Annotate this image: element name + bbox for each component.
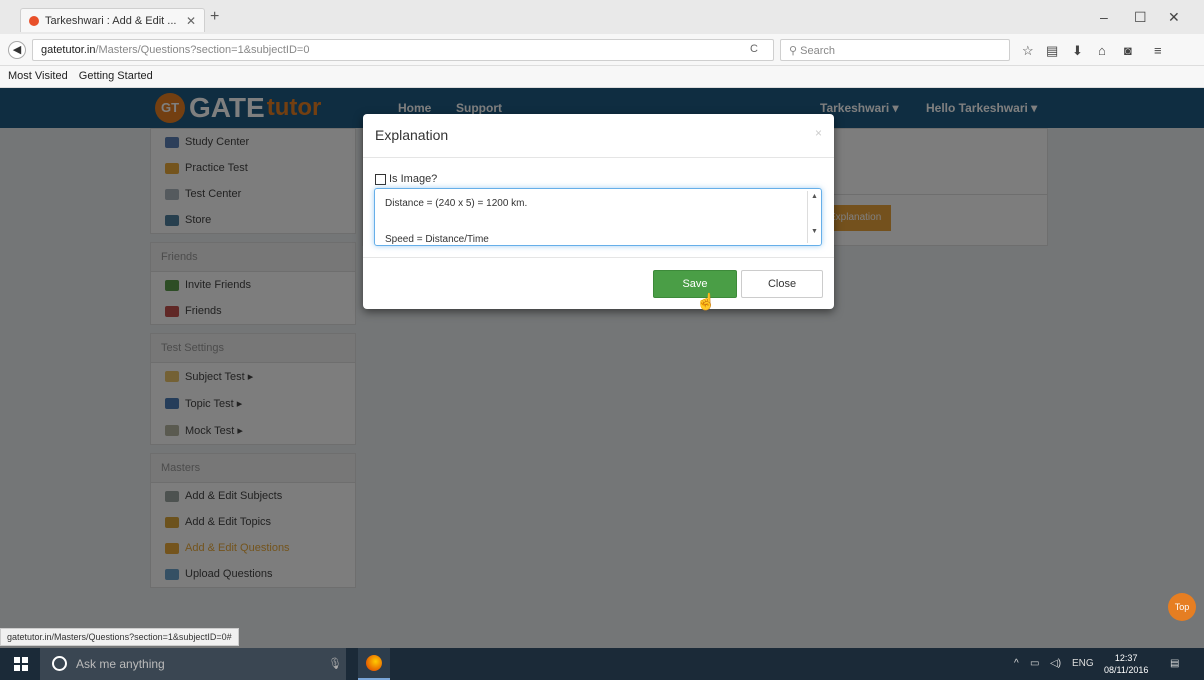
modal-footer: Save Close [363,258,834,309]
search-icon: ⚲ [789,45,798,57]
system-clock[interactable]: 12:37 08/11/2016 [1104,652,1148,676]
url-domain: gatetutor.in [41,44,96,56]
textarea-scrollbar[interactable]: ▲ ▼ [807,191,819,243]
microphone-icon[interactable]: 🎙 [328,657,342,670]
maximize-icon[interactable]: ☐ [1134,9,1147,26]
cortana-search-box[interactable]: Ask me anything [40,648,346,680]
language-indicator[interactable]: ENG [1072,658,1094,669]
new-tab-icon[interactable]: + [210,8,219,26]
modal-close-icon[interactable]: × [815,126,822,140]
reading-list-icon[interactable]: ▤ [1046,43,1058,59]
notifications-icon[interactable]: ▤ [1170,658,1179,669]
browser-nav-bar: ◀ gatetutor.in/Masters/Questions?section… [0,34,1204,66]
browser-search-input[interactable]: ⚲ Search [780,39,1010,61]
explanation-textarea[interactable]: Distance = (240 x 5) = 1200 km. Speed = … [374,188,822,246]
modal-body: Is Image? Distance = (240 x 5) = 1200 km… [363,158,834,258]
browser-status-bar: gatetutor.in/Masters/Questions?section=1… [0,628,239,646]
hand-cursor-icon: ☝ [696,294,716,311]
is-image-label: Is Image? [389,173,438,185]
bookmarks-bar: Most Visited Getting Started [0,66,1204,88]
save-button[interactable]: Save [653,270,737,298]
firefox-taskbar-button[interactable] [358,648,390,680]
windows-taskbar: Ask me anything 🎙 ^ ▭ ◁) ENG 12:37 08/11… [0,648,1204,680]
download-icon[interactable]: ⬇ [1072,43,1083,59]
network-icon[interactable]: ▭ [1030,658,1039,669]
modal-title: Explanation [375,127,449,143]
scroll-down-icon[interactable]: ▼ [811,228,818,235]
browser-tab-bar: Tarkeshwari : Add & Edit ... ✕ + – ☐ ✕ [0,0,1204,34]
firefox-icon [366,655,382,671]
explanation-modal: Explanation × Is Image? Distance = (240 … [363,114,834,309]
scroll-up-icon[interactable]: ▲ [811,193,818,200]
clock-time: 12:37 [1114,653,1138,663]
textarea-line: Distance = (240 x 5) = 1200 km. [385,198,528,209]
minimize-icon[interactable]: – [1100,9,1108,25]
modal-header: Explanation × [363,114,834,158]
close-button[interactable]: Close [741,270,823,298]
url-path: /Masters/Questions?section=1&subjectID=0 [95,44,310,56]
bookmark-getting-started[interactable]: Getting Started [79,70,153,82]
site-favicon-icon [29,15,39,26]
textarea-line: Speed = Distance/Time [385,234,489,245]
clock-date: 08/11/2016 [1104,665,1149,675]
browser-search-placeholder: Search [800,45,835,57]
volume-icon[interactable]: ◁) [1050,658,1061,669]
home-icon[interactable]: ⌂ [1098,43,1106,58]
back-icon[interactable]: ◀ [8,41,26,59]
windows-start-icon[interactable] [14,657,28,671]
cortana-placeholder: Ask me anything [76,657,165,671]
bookmark-most-visited[interactable]: Most Visited [8,70,68,82]
textarea-line [385,213,801,231]
menu-icon[interactable]: ≡ [1154,43,1162,58]
close-tab-icon[interactable]: ✕ [186,14,196,28]
is-image-row[interactable]: Is Image? [375,173,437,185]
tab-title: Tarkeshwari : Add & Edit ... [45,14,177,27]
is-image-checkbox[interactable] [375,173,386,185]
close-window-icon[interactable]: ✕ [1168,9,1180,26]
address-bar[interactable]: gatetutor.in/Masters/Questions?section=1… [32,39,774,61]
bookmark-star-icon[interactable]: ☆ [1022,43,1034,59]
scroll-top-button[interactable]: Top [1168,593,1196,621]
pocket-icon[interactable]: ◙ [1124,43,1132,58]
cortana-icon [52,656,67,671]
browser-tab[interactable]: Tarkeshwari : Add & Edit ... ✕ [20,8,205,32]
show-hidden-icons-icon[interactable]: ^ [1014,658,1019,669]
reload-icon[interactable]: C [750,43,758,55]
